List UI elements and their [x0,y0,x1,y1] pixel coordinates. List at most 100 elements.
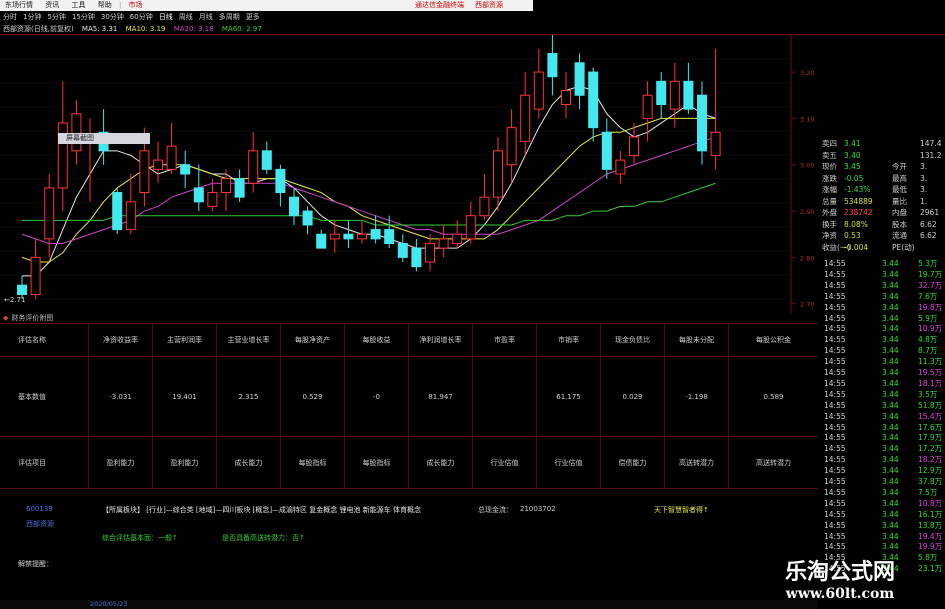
candle-body [547,53,558,78]
banner-stock: 西部资源 [475,1,503,9]
fin-title-text: 财务评价附图 [11,314,54,322]
tick-volume: 18.2万 [918,455,943,465]
fin-cell: 主营业增长率 [216,323,280,357]
tick-time: 14:55 [824,378,846,388]
quote-row: 卖五 3.40 131.2 [820,150,945,161]
candle-body [533,71,544,110]
timeframe-3[interactable]: 15分钟 [69,13,98,21]
tick-list[interactable]: 14:55 3.44 5.3万 14:55 3.44 19.7万 14:55 3.44 32.7… [820,258,945,578]
financial-table: 评估名称 净资收益率 主营利润率 主营业增长率 每股净资产 每股收益 净利润增长率 市盈率 市销… [0,323,818,493]
timeframe-10[interactable]: 更多 [243,13,263,21]
candlestick-chart[interactable]: 3.20 3.10 3.00 2.90 2.80 2.70 ←2.71 [0,35,818,313]
candle-body [207,192,218,207]
tick-volume: 5.3万 [918,259,938,268]
candle-body [302,210,313,226]
quote-label: 换手 [822,219,837,229]
fin-cell: 市盈率 [472,323,536,357]
watermark-logo: 乐淘公式网 www.60lt.com [785,559,895,602]
tick-time: 14:55 [824,269,846,279]
fin-cell: 偿债能力 [600,437,664,489]
tick-price: 3.44 [882,357,899,367]
timeframe-6[interactable]: 日线 [156,13,176,21]
y-tick-label: 3.20 [800,69,814,77]
tick-price: 3.44 [882,335,899,345]
ma-legend-bar: 西部资源(日线,前复权) MA5: 3.31 MA10: 3.19 MA20: … [0,24,533,34]
tick-price: 3.44 [882,291,899,301]
chart-grid [0,35,791,300]
tick-row: 14:55 3.44 19.8万 [820,302,945,313]
candle-body [357,233,367,240]
y-tick-label: 2.70 [800,301,814,309]
candle-body [166,145,177,170]
timeframe-8[interactable]: 月线 [196,13,216,21]
menu-item-tools[interactable]: 工具 [66,1,90,9]
quote-panel: 卖四 3.41 147.4 卖五 3.40 131.2 现价 3.45 今开 3. 涨跌 -0.05 最… [820,138,945,258]
sector-text: 【所属板块】 [行业]—综合类 [地域]—四川板块 [概念]—成渝特区 复金概念… [102,506,421,514]
stock-name[interactable]: 西部资源 [26,519,54,529]
tick-row: 14:55 3.44 17.2万 [820,443,945,454]
y-tick-label: 2.90 [800,208,814,216]
quote-label: 外盘 [822,208,837,217]
quote-row: 总量 534889 量比 1. [820,196,945,207]
tick-volume: 17.2万 [918,444,943,454]
fin-cell: -1.198 [664,357,728,437]
slogan-tag: 天下智慧智者得↑ [654,506,709,514]
tick-time: 14:55 [824,291,846,301]
tick-row: 14:55 3.44 3.5万 [820,389,945,400]
tick-volume: 17.9万 [918,433,943,443]
candle-body [125,201,136,231]
timeframe-5[interactable]: 60分钟 [127,13,156,21]
candle-body [248,150,259,184]
candle-body [316,233,327,249]
quote-extra: 3. [920,173,928,183]
tick-price: 3.44 [882,400,899,410]
ma60-label: MA60: 2.97 [221,25,262,33]
menu-item-info[interactable]: 资讯 [40,1,64,9]
fin-row-headers: 评估名称 净资收益率 主营利润率 主营业增长率 每股净资产 每股收益 净利润增长率 市盈率 市销… [0,323,818,357]
menu-item-help[interactable]: 帮助 [93,1,117,9]
candle-body [221,178,231,194]
fin-cell: -0 [344,357,408,437]
fin-cell: 成长能力 [216,437,280,489]
menu-tab-market[interactable]: 市场 [124,1,148,9]
tick-row: 14:55 3.44 19.4万 [820,531,945,542]
quote-row: 涨跌 -0.05 最高 3. [820,173,945,184]
tick-volume: 10.8万 [918,498,943,508]
tick-row: 14:55 3.44 18.2万 [820,454,945,465]
candle-body [289,196,299,217]
tick-time: 14:55 [824,542,846,552]
quote-row: 净资 0.53 流通 6.62 [820,230,945,241]
menu-item-market[interactable]: 东场行情 [0,1,38,9]
candle-body [669,80,680,110]
timeframe-1[interactable]: 1分钟 [20,13,44,21]
timeframe-7[interactable]: 周线 [176,13,196,21]
candle-body [561,90,571,105]
tick-volume: 7.6万 [918,291,938,301]
candle-body [520,94,531,143]
timeframe-4[interactable]: 30分钟 [98,13,127,21]
timeframe-2[interactable]: 5分钟 [44,13,68,21]
fin-cell: 0.589 [728,357,818,437]
candle-body [261,150,272,170]
fin-cell: 评估名称 [18,336,46,344]
tooltip-screenshot[interactable]: 屏幕截图 [58,133,150,144]
tick-time: 14:55 [824,433,846,443]
candle-body [44,187,55,240]
timeframe-9[interactable]: 多周期 [216,13,243,21]
tick-time: 14:55 [824,531,846,541]
tick-time: 14:55 [824,466,846,476]
stock-code[interactable]: 600139 [26,505,53,513]
tick-time: 14:55 [824,422,846,432]
fin-row-row2: 评估项目 盈利能力 盈利能力 成长能力 每股指标 每股指标 成长能力 行业估值 行业估值 偿债能力… [0,437,818,489]
quote-label2: PE(动) [892,242,915,252]
quote-label2: 最高 [892,173,907,183]
quote-extra: 3. [920,162,928,171]
timeframe-bar: 分时 1分钟 5分钟 15分钟 30分钟 60分钟 日线 周线 月线 多周期 更多 [0,12,533,22]
timeframe-0[interactable]: 分时 [0,13,20,21]
tick-price: 3.44 [882,302,899,312]
tick-price: 3.44 [882,346,899,356]
tick-time: 14:55 [824,400,846,410]
tick-price: 3.44 [882,368,899,377]
candle-body [465,215,476,240]
tick-price: 3.44 [882,313,899,323]
